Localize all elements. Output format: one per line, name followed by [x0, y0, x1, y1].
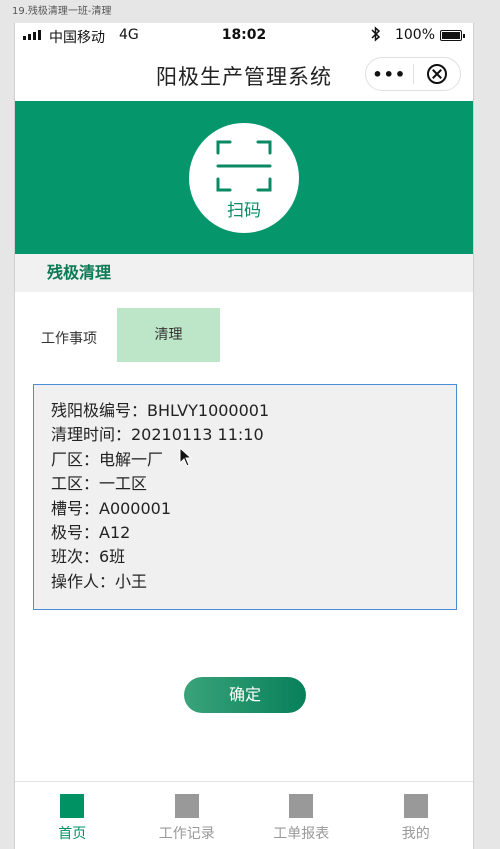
phone-screen: 中国移动 4G 18:02 100% 阳极生产管理系统 ••• 扫码 残极清理 …	[14, 23, 474, 849]
work-item-chip[interactable]: 清理	[117, 308, 220, 362]
info-card: 残阳极编号：BHLVY1000001 清理时间：20210113 11:10 厂…	[33, 384, 457, 610]
tab-home[interactable]: 首页	[15, 782, 130, 849]
info-work-area: 工区：一工区	[51, 474, 148, 494]
tab-work-records-label: 工作记录	[158, 826, 215, 842]
scan-banner: 扫码	[15, 101, 473, 254]
bluetooth-icon	[371, 26, 381, 46]
info-shift: 班次：6班	[51, 547, 126, 567]
info-pole-number: 极号：A12	[51, 523, 131, 543]
section-title: 残极清理	[15, 254, 473, 292]
info-operator: 操作人：小王	[51, 571, 148, 591]
tab-work-records[interactable]: 工作记录	[130, 782, 245, 849]
tab-home-label: 首页	[58, 826, 87, 842]
info-anode-number: 残阳极编号：BHLVY1000001	[51, 401, 270, 420]
info-clean-time: 清理时间：20210113 11:10	[51, 425, 264, 445]
battery-icon	[440, 30, 465, 41]
info-plant: 厂区：电解一厂	[51, 449, 164, 469]
mini-program-capsule: •••	[365, 57, 461, 91]
close-button[interactable]	[413, 64, 460, 84]
scan-button[interactable]: 扫码	[189, 123, 299, 233]
work-item-label: 工作事项	[41, 331, 97, 347]
confirm-button[interactable]: 确定	[184, 677, 306, 713]
scan-label: 扫码	[227, 201, 261, 221]
home-icon	[60, 794, 85, 818]
close-icon	[426, 64, 447, 84]
tab-mine[interactable]: 我的	[359, 782, 474, 849]
mouse-cursor-icon	[179, 447, 193, 467]
tab-mine-label: 我的	[401, 826, 430, 842]
profile-icon	[403, 794, 428, 818]
info-cell-number: 槽号：A000001	[51, 498, 172, 518]
battery-percent: 100%	[394, 27, 435, 43]
status-bar: 中国移动 4G 18:02 100%	[15, 23, 473, 49]
tab-work-order-report[interactable]: 工单报表	[244, 782, 359, 849]
scan-icon	[216, 140, 272, 192]
window-caption: 19.残极清理一班-清理	[12, 6, 112, 17]
tab-bar: 首页 工作记录 工单报表 我的	[15, 781, 473, 849]
more-menu-icon[interactable]: •••	[366, 65, 413, 84]
title-bar: 阳极生产管理系统 •••	[15, 49, 473, 101]
work-records-icon	[174, 794, 199, 818]
report-icon	[289, 794, 314, 818]
work-item-row: 工作事项 清理	[15, 292, 473, 384]
tab-work-order-report-label: 工单报表	[273, 826, 330, 842]
